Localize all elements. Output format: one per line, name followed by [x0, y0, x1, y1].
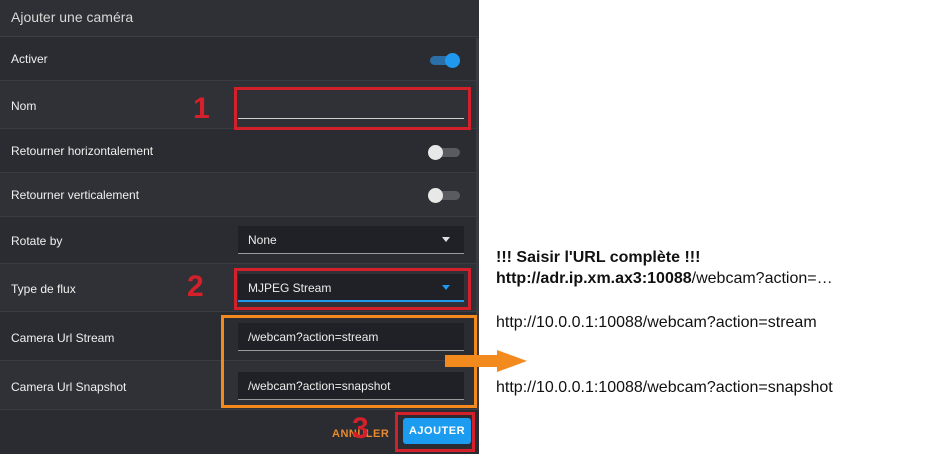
annotation-url-pattern: http://adr.ip.xm.ax3:10088/webcam?action… — [496, 270, 833, 288]
step-marker-1: 1 — [193, 92, 210, 125]
url-snapshot-label: Camera Url Snapshot — [11, 380, 127, 394]
activer-toggle[interactable] — [430, 53, 460, 68]
row-rotate-by: Rotate by None — [0, 217, 476, 264]
flip-vertical-label: Retourner verticalement — [11, 188, 140, 202]
annotation-example-snapshot: http://10.0.0.1:10088/webcam?action=snap… — [496, 379, 833, 396]
step-marker-3: 3 — [352, 412, 369, 445]
row-flip-horizontal: Retourner horizontalement — [0, 129, 476, 173]
toggle-knob — [445, 53, 460, 68]
rotate-by-select[interactable]: None — [238, 226, 464, 254]
highlight-box-urls — [221, 315, 477, 408]
toggle-knob — [428, 145, 443, 160]
annotation-url-path: /webcam?action=… — [691, 270, 833, 287]
rotate-by-label: Rotate by — [11, 234, 63, 248]
highlight-box-add — [395, 412, 475, 452]
row-flip-vertical: Retourner verticalement — [0, 173, 476, 217]
flip-horizontal-label: Retourner horizontalement — [11, 144, 154, 158]
type-de-flux-label: Type de flux — [11, 282, 76, 296]
highlight-box-type — [234, 268, 471, 310]
dialog-title-bar: Ajouter une caméra — [0, 0, 479, 37]
url-stream-label: Camera Url Stream — [11, 331, 115, 345]
step-marker-2: 2 — [187, 270, 204, 303]
flip-vertical-toggle[interactable] — [428, 188, 460, 203]
row-activer: Activer — [0, 37, 476, 81]
annotation-example-stream: http://10.0.0.1:10088/webcam?action=stre… — [496, 314, 817, 331]
chevron-down-icon — [442, 237, 450, 242]
rotate-by-value: None — [248, 233, 277, 247]
dialog-title: Ajouter une caméra — [11, 9, 134, 25]
highlight-box-name — [234, 87, 471, 130]
toggle-knob — [428, 188, 443, 203]
annotation-url-host: http://adr.ip.xm.ax3:10088 — [496, 270, 692, 287]
arrow-right-icon — [445, 350, 527, 372]
nom-label: Nom — [11, 99, 37, 113]
activer-label: Activer — [11, 52, 48, 66]
annotation-headline: !!! Saisir l'URL complète !!! — [496, 249, 701, 266]
flip-horizontal-toggle[interactable] — [428, 145, 460, 160]
